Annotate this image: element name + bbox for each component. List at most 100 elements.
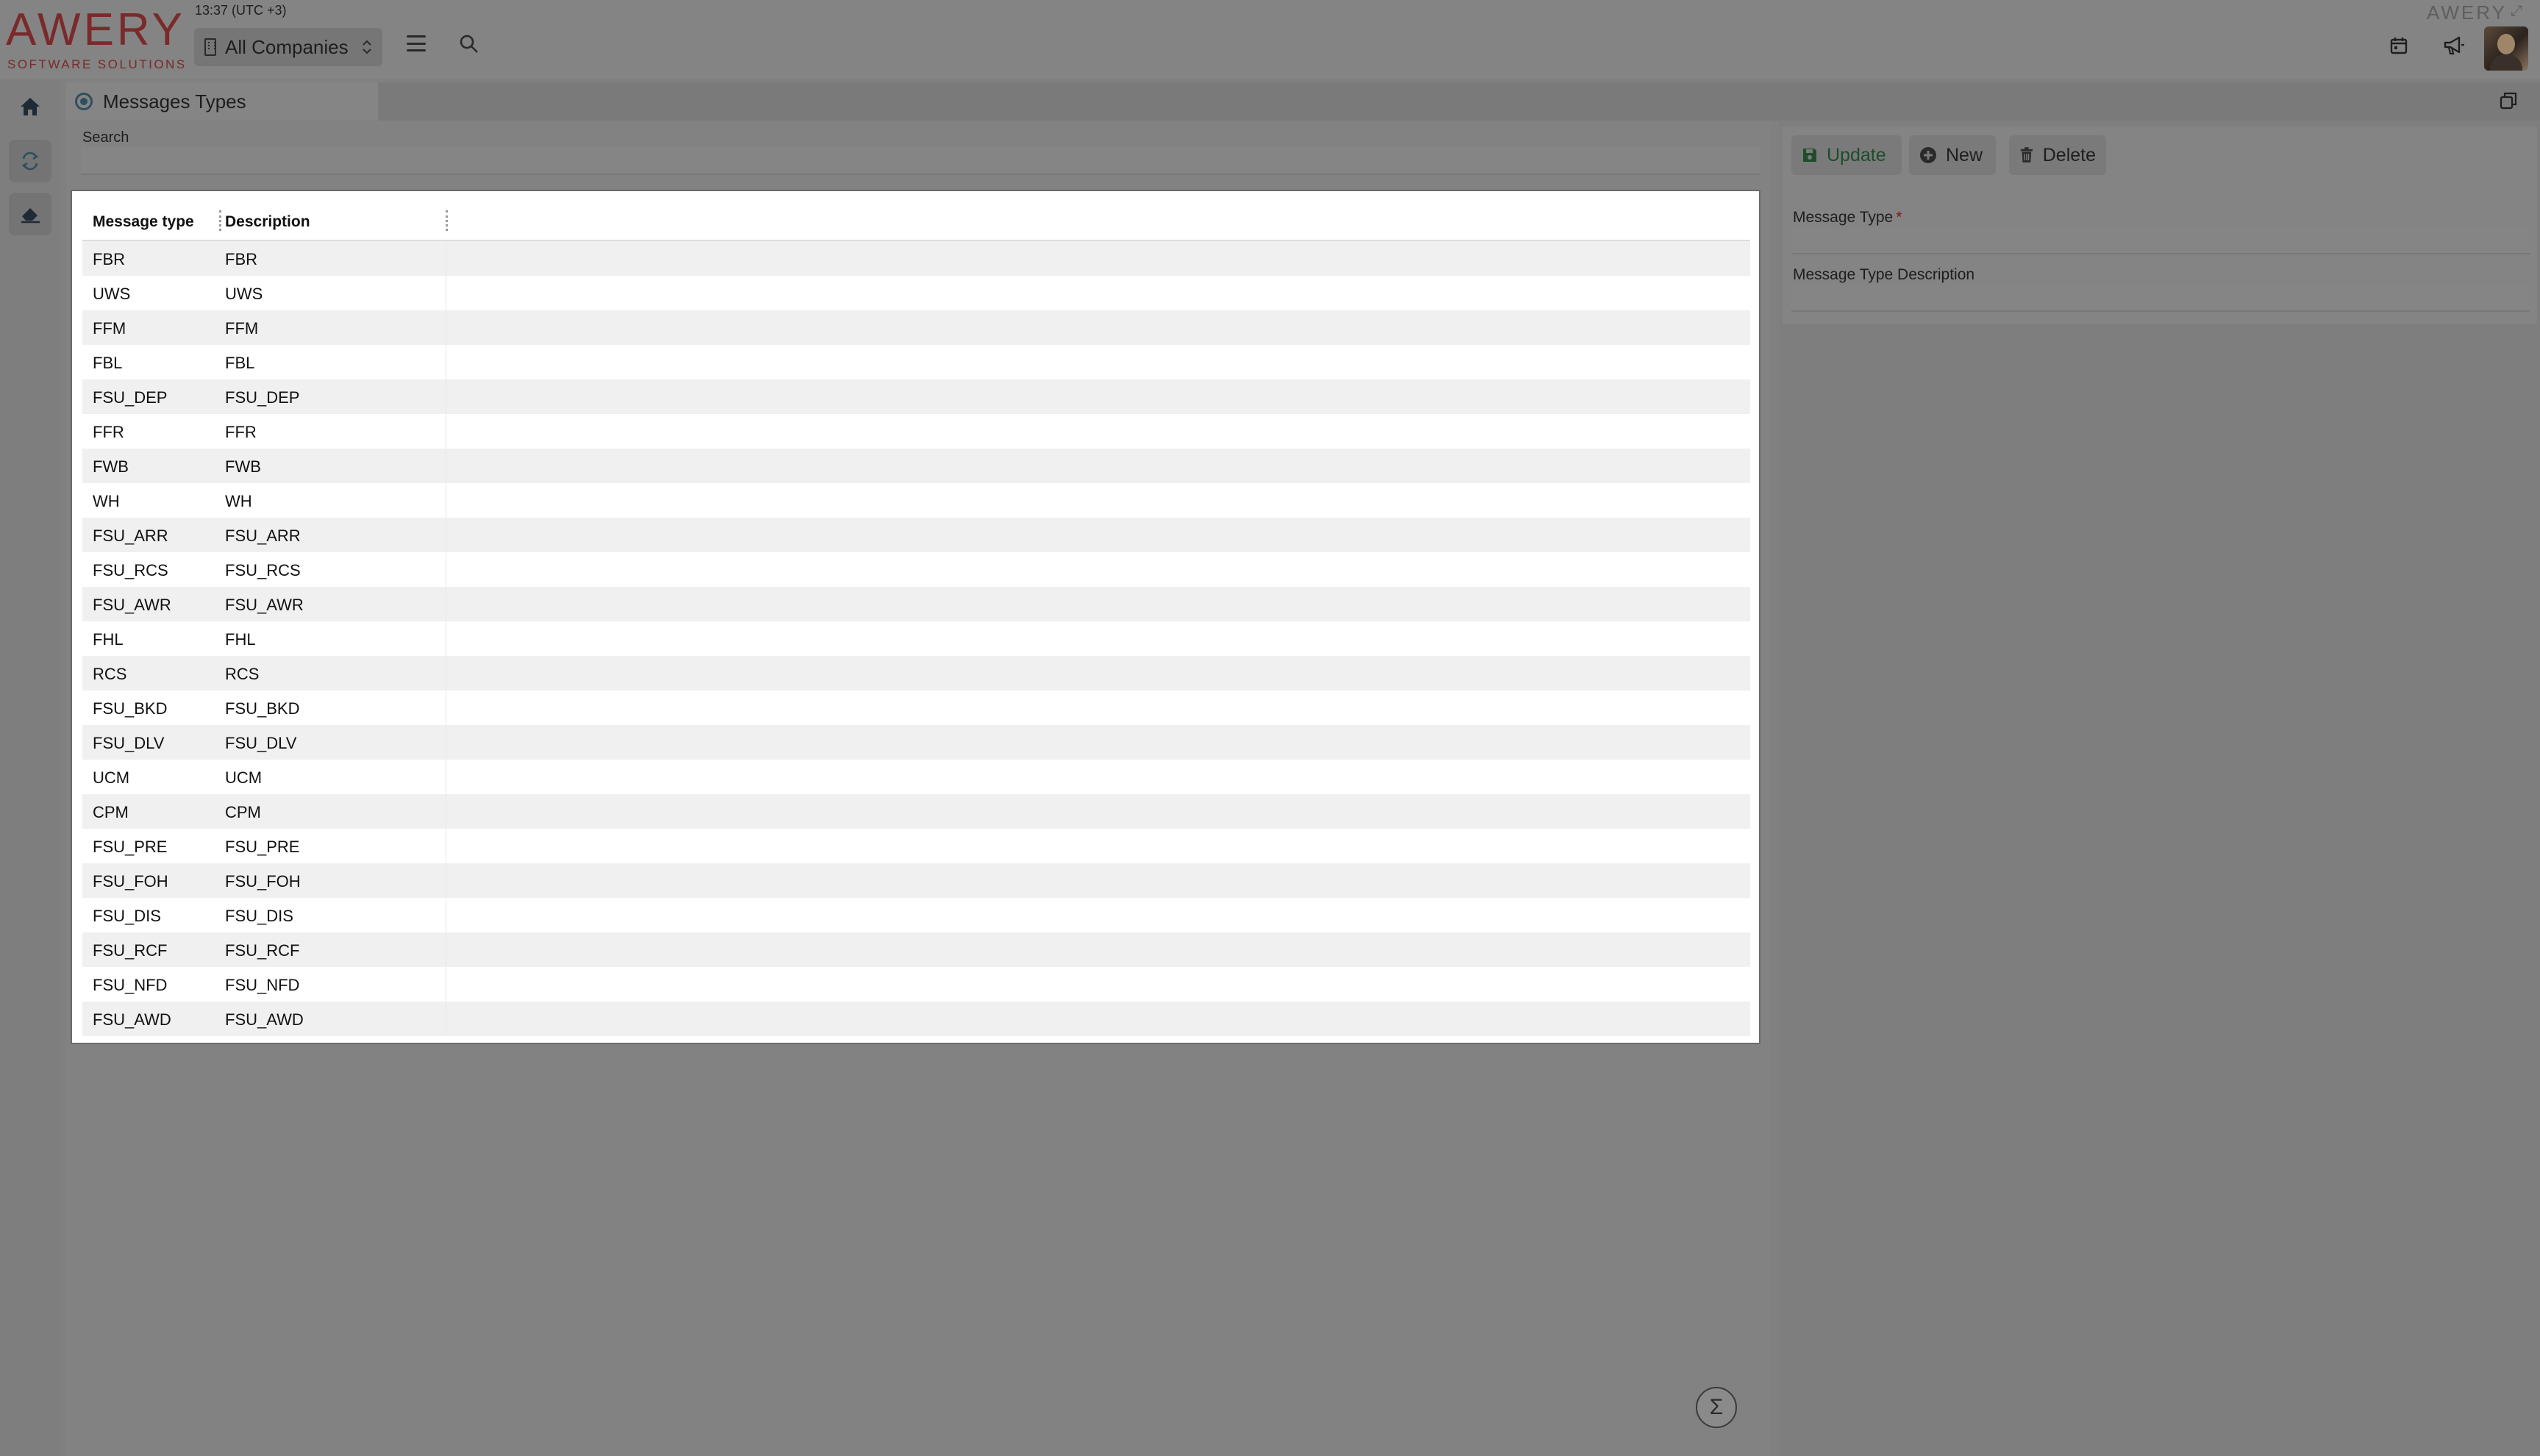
expand-icon[interactable]: ⤢ (2511, 3, 2522, 20)
update-label: Update (1827, 144, 1886, 165)
trash-icon (2020, 147, 2033, 163)
search-icon[interactable] (459, 34, 479, 54)
user-avatar[interactable] (2484, 26, 2528, 71)
chevron-up-down-icon (362, 39, 372, 55)
table-row[interactable]: FSU_DIS FSU_DIS (82, 898, 1750, 932)
cell-message-type: FWB (93, 457, 129, 476)
new-label: New (1946, 144, 1983, 165)
column-resize-handle[interactable] (446, 210, 448, 231)
cell-description: UWS (225, 285, 263, 303)
column-resize-handle[interactable] (219, 210, 221, 231)
description-field-label: Message Type Description (1793, 266, 1975, 283)
logo-text: AWERY (6, 4, 185, 55)
message-type-input[interactable] (1791, 228, 2530, 254)
cell-description: FSU_PRE (225, 838, 300, 856)
cell-description: FSU_DLV (225, 734, 297, 752)
clock-display: 13:37 (UTC +3) (195, 3, 287, 18)
search-input[interactable] (81, 147, 1760, 175)
module-icon (75, 93, 93, 110)
cell-message-type: FHL (93, 630, 124, 649)
table-row[interactable]: FBR FBR (82, 241, 1750, 276)
cell-message-type: FSU_RCF (93, 941, 168, 960)
cell-message-type: FSU_PRE (93, 838, 168, 856)
table-row[interactable]: FSU_ARR FSU_ARR (82, 518, 1750, 552)
refresh-button[interactable] (9, 140, 51, 182)
table-row[interactable]: FSU_RCF FSU_RCF (82, 932, 1750, 967)
cell-message-type: FSU_ARR (93, 527, 168, 545)
home-button[interactable] (9, 85, 51, 128)
table-row[interactable]: UWS UWS (82, 276, 1750, 310)
new-button[interactable]: New (1909, 135, 1996, 175)
delete-button[interactable]: Delete (2009, 135, 2106, 175)
cell-description: FBL (225, 354, 255, 372)
clear-button[interactable] (9, 193, 51, 235)
cell-description: FSU_DEP (225, 388, 300, 407)
tab-bar (66, 82, 2540, 121)
table-row[interactable]: FHL FHL (82, 621, 1750, 656)
cell-description: UCM (225, 768, 263, 787)
company-logo[interactable]: AWERY SOFTWARE SOLUTIONS (6, 4, 185, 72)
cell-message-type: FFR (93, 423, 124, 441)
building-icon (204, 38, 216, 56)
table-row[interactable]: FSU_PRE FSU_PRE (82, 829, 1750, 863)
brand-watermark: AWERY (2427, 1, 2507, 24)
cell-description: FSU_RCF (225, 941, 300, 960)
update-button[interactable]: Update (1791, 135, 1902, 175)
required-marker: * (1896, 209, 1902, 226)
cell-message-type: UWS (93, 285, 131, 303)
cell-description: FSU_NFD (225, 976, 300, 994)
column-header-description[interactable]: Description (225, 213, 310, 231)
cell-description: FBR (225, 250, 257, 268)
cell-message-type: FSU_DIS (93, 907, 161, 925)
refresh-icon (21, 151, 39, 171)
cell-description: FHL (225, 630, 256, 649)
cell-message-type: FSU_AWR (93, 596, 171, 614)
table-row[interactable]: FSU_DLV FSU_DLV (82, 725, 1750, 760)
cell-description: FSU_FOH (225, 872, 301, 891)
table-row[interactable]: RCS RCS (82, 656, 1750, 690)
table-row[interactable]: FWB FWB (82, 449, 1750, 483)
table-row[interactable]: FFR FFR (82, 414, 1750, 449)
table-row[interactable]: FSU_BKD FSU_BKD (82, 690, 1750, 725)
table-row[interactable]: FSU_FOH FSU_FOH (82, 863, 1750, 898)
restore-window-icon[interactable] (2499, 91, 2518, 110)
table-row[interactable]: FSU_DEP FSU_DEP (82, 379, 1750, 414)
delete-label: Delete (2042, 144, 2096, 165)
table-row[interactable]: FSU_NFD FSU_NFD (82, 967, 1750, 1002)
table-header: Message type Description (82, 204, 1750, 242)
calendar-icon[interactable] (2390, 37, 2408, 54)
message-types-table: Message type Description FBR FBR UWS UWS FFM… (71, 190, 1760, 1044)
tab-label: Messages Types (103, 90, 246, 113)
cell-message-type: FSU_BKD (93, 699, 168, 718)
table-row[interactable]: FBL FBL (82, 345, 1750, 379)
megaphone-icon[interactable] (2443, 35, 2465, 56)
search-label: Search (82, 129, 129, 146)
cell-message-type: FSU_DLV (93, 734, 165, 752)
table-row[interactable]: FSU_RCS FSU_RCS (82, 552, 1750, 587)
company-selector[interactable]: All Companies (194, 28, 382, 66)
table-row[interactable]: FSU_AWR FSU_AWR (82, 587, 1750, 621)
table-row[interactable]: WH WH (82, 483, 1750, 518)
sigma-icon: Σ (1709, 1395, 1724, 1419)
message-type-field-label: Message Type * (1793, 209, 1902, 226)
cell-message-type: FSU_DEP (93, 388, 168, 407)
company-selector-label: All Companies (225, 35, 349, 58)
menu-icon[interactable] (407, 35, 426, 51)
tab-messages-types[interactable]: Messages Types (66, 82, 378, 121)
cell-description: FSU_ARR (225, 527, 301, 545)
table-row[interactable]: FSU_AWD FSU_AWD (82, 1002, 1750, 1036)
cell-description: WH (225, 492, 252, 510)
cell-description: FSU_RCS (225, 561, 301, 579)
table-row[interactable]: CPM CPM (82, 794, 1750, 829)
table-row[interactable]: FFM FFM (82, 310, 1750, 345)
cell-description: FSU_DIS (225, 907, 293, 925)
cell-description: CPM (225, 803, 261, 821)
cell-message-type: FSU_AWD (93, 1010, 171, 1029)
cell-message-type: UCM (93, 768, 130, 787)
column-header-message-type[interactable]: Message type (93, 213, 194, 231)
description-input[interactable] (1791, 285, 2530, 312)
cell-description: FSU_AWR (225, 596, 304, 614)
table-row[interactable]: UCM UCM (82, 760, 1750, 794)
cell-description: RCS (225, 665, 260, 683)
sum-button[interactable]: Σ (1696, 1387, 1737, 1428)
